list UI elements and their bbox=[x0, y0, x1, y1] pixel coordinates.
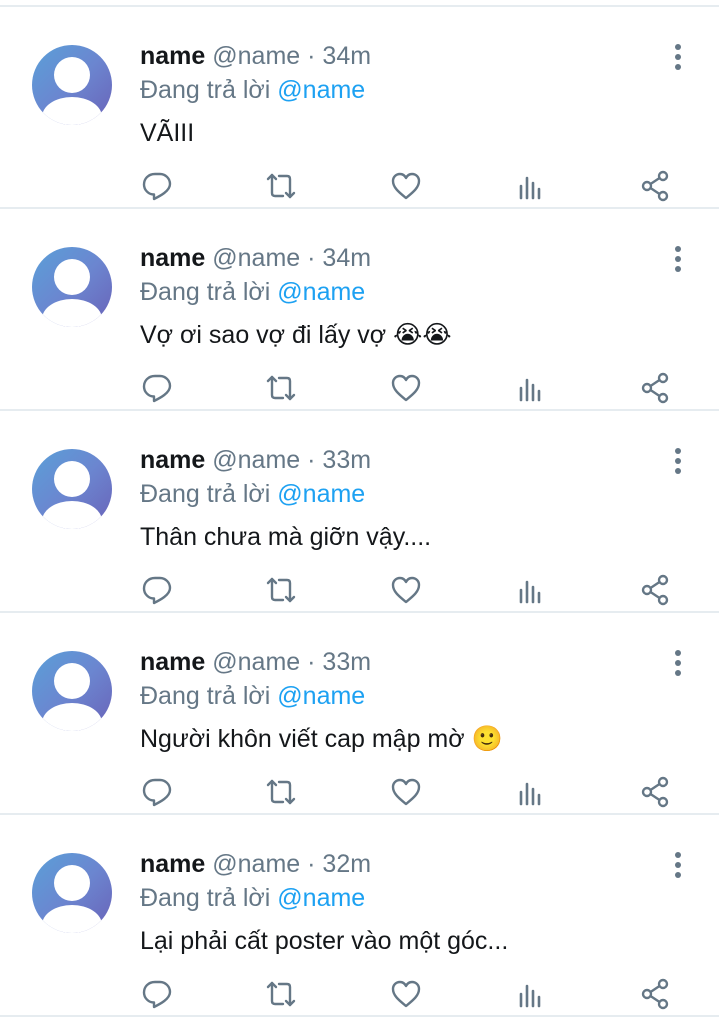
retweet-icon[interactable] bbox=[264, 169, 298, 203]
avatar[interactable] bbox=[32, 247, 112, 327]
reply-mention[interactable]: @name bbox=[277, 278, 365, 306]
display-name[interactable]: name bbox=[140, 244, 205, 272]
analytics-icon[interactable] bbox=[514, 573, 548, 607]
reply-context: Đang trả lời @name bbox=[140, 75, 365, 105]
retweet-icon[interactable] bbox=[264, 573, 298, 607]
retweet-icon[interactable] bbox=[264, 977, 298, 1011]
display-name[interactable]: name bbox=[140, 446, 205, 474]
tweet-actions bbox=[0, 775, 719, 811]
reply-prefix: Đang trả lời bbox=[140, 480, 271, 508]
share-icon[interactable] bbox=[638, 573, 672, 607]
tweet-actions bbox=[0, 977, 719, 1013]
analytics-icon[interactable] bbox=[514, 775, 548, 809]
reply-context: Đang trả lời @name bbox=[140, 883, 365, 913]
more-vertical-icon[interactable] bbox=[664, 443, 692, 479]
more-vertical-icon[interactable] bbox=[664, 847, 692, 883]
heart-icon[interactable] bbox=[389, 169, 423, 203]
tweet-text: Lại phải cất poster vào một góc... bbox=[140, 927, 509, 955]
reply-feed: name @name · 34m Đang trả lời @name VÃII… bbox=[0, 5, 719, 1027]
reply-icon[interactable] bbox=[140, 371, 174, 405]
reply-prefix: Đang trả lời bbox=[140, 884, 271, 912]
reply-mention[interactable]: @name bbox=[277, 682, 365, 710]
timestamp[interactable]: 34m bbox=[322, 42, 371, 70]
timestamp[interactable]: 33m bbox=[322, 446, 371, 474]
timestamp[interactable]: 32m bbox=[322, 850, 371, 878]
heart-icon[interactable] bbox=[389, 977, 423, 1011]
analytics-icon[interactable] bbox=[514, 371, 548, 405]
tweet-text: Vợ ơi sao vợ đi lấy vợ 😭😭 bbox=[140, 321, 452, 349]
more-vertical-icon[interactable] bbox=[664, 645, 692, 681]
display-name[interactable]: name bbox=[140, 648, 205, 676]
tweet[interactable]: name @name · 34m Đang trả lời @name Vợ ơ… bbox=[0, 209, 719, 411]
tweet-actions bbox=[0, 573, 719, 609]
analytics-icon[interactable] bbox=[514, 977, 548, 1011]
tweet[interactable]: name @name · 32m Đang trả lời @name Lại … bbox=[0, 815, 719, 1017]
timestamp[interactable]: 33m bbox=[322, 648, 371, 676]
separator: · bbox=[307, 42, 316, 70]
avatar[interactable] bbox=[32, 853, 112, 933]
timestamp[interactable]: 34m bbox=[322, 244, 371, 272]
user-handle[interactable]: @name bbox=[212, 446, 300, 474]
user-handle[interactable]: @name bbox=[212, 42, 300, 70]
reply-icon[interactable] bbox=[140, 775, 174, 809]
tweet-header: name @name · 33m bbox=[140, 445, 371, 475]
share-icon[interactable] bbox=[638, 775, 672, 809]
heart-icon[interactable] bbox=[389, 775, 423, 809]
separator: · bbox=[307, 648, 316, 676]
heart-icon[interactable] bbox=[389, 371, 423, 405]
share-icon[interactable] bbox=[638, 169, 672, 203]
tweet-text: VÃIII bbox=[140, 119, 195, 147]
user-handle[interactable]: @name bbox=[212, 244, 300, 272]
separator: · bbox=[307, 244, 316, 272]
separator: · bbox=[307, 850, 316, 878]
retweet-icon[interactable] bbox=[264, 775, 298, 809]
reply-prefix: Đang trả lời bbox=[140, 682, 271, 710]
more-vertical-icon[interactable] bbox=[664, 39, 692, 75]
user-handle[interactable]: @name bbox=[212, 850, 300, 878]
tweet-header: name @name · 32m bbox=[140, 849, 371, 879]
avatar[interactable] bbox=[32, 449, 112, 529]
separator: · bbox=[307, 446, 316, 474]
reply-prefix: Đang trả lời bbox=[140, 76, 271, 104]
more-vertical-icon[interactable] bbox=[664, 241, 692, 277]
heart-icon[interactable] bbox=[389, 573, 423, 607]
reply-icon[interactable] bbox=[140, 169, 174, 203]
reply-mention[interactable]: @name bbox=[277, 884, 365, 912]
tweet-header: name @name · 34m bbox=[140, 41, 371, 71]
tweet[interactable]: name @name · 33m Đang trả lời @name Thân… bbox=[0, 411, 719, 613]
user-handle[interactable]: @name bbox=[212, 648, 300, 676]
tweet-actions bbox=[0, 371, 719, 407]
reply-mention[interactable]: @name bbox=[277, 76, 365, 104]
retweet-icon[interactable] bbox=[264, 371, 298, 405]
tweet-text: Thân chưa mà giỡn vậy.... bbox=[140, 523, 432, 551]
display-name[interactable]: name bbox=[140, 850, 205, 878]
tweet[interactable]: name @name · 33m Đang trả lời @name Ngườ… bbox=[0, 613, 719, 815]
share-icon[interactable] bbox=[638, 371, 672, 405]
reply-context: Đang trả lời @name bbox=[140, 681, 365, 711]
avatar[interactable] bbox=[32, 45, 112, 125]
display-name[interactable]: name bbox=[140, 42, 205, 70]
share-icon[interactable] bbox=[638, 977, 672, 1011]
reply-mention[interactable]: @name bbox=[277, 480, 365, 508]
analytics-icon[interactable] bbox=[514, 169, 548, 203]
reply-context: Đang trả lời @name bbox=[140, 479, 365, 509]
reply-icon[interactable] bbox=[140, 573, 174, 607]
avatar[interactable] bbox=[32, 651, 112, 731]
reply-context: Đang trả lời @name bbox=[140, 277, 365, 307]
tweet-header: name @name · 34m bbox=[140, 243, 371, 273]
tweet-actions bbox=[0, 169, 719, 205]
reply-icon[interactable] bbox=[140, 977, 174, 1011]
tweet[interactable]: name @name · 34m Đang trả lời @name VÃII… bbox=[0, 7, 719, 209]
tweet-text: Người khôn viết cap mập mờ 🙂 bbox=[140, 725, 503, 753]
reply-prefix: Đang trả lời bbox=[140, 278, 271, 306]
tweet-header: name @name · 33m bbox=[140, 647, 371, 677]
